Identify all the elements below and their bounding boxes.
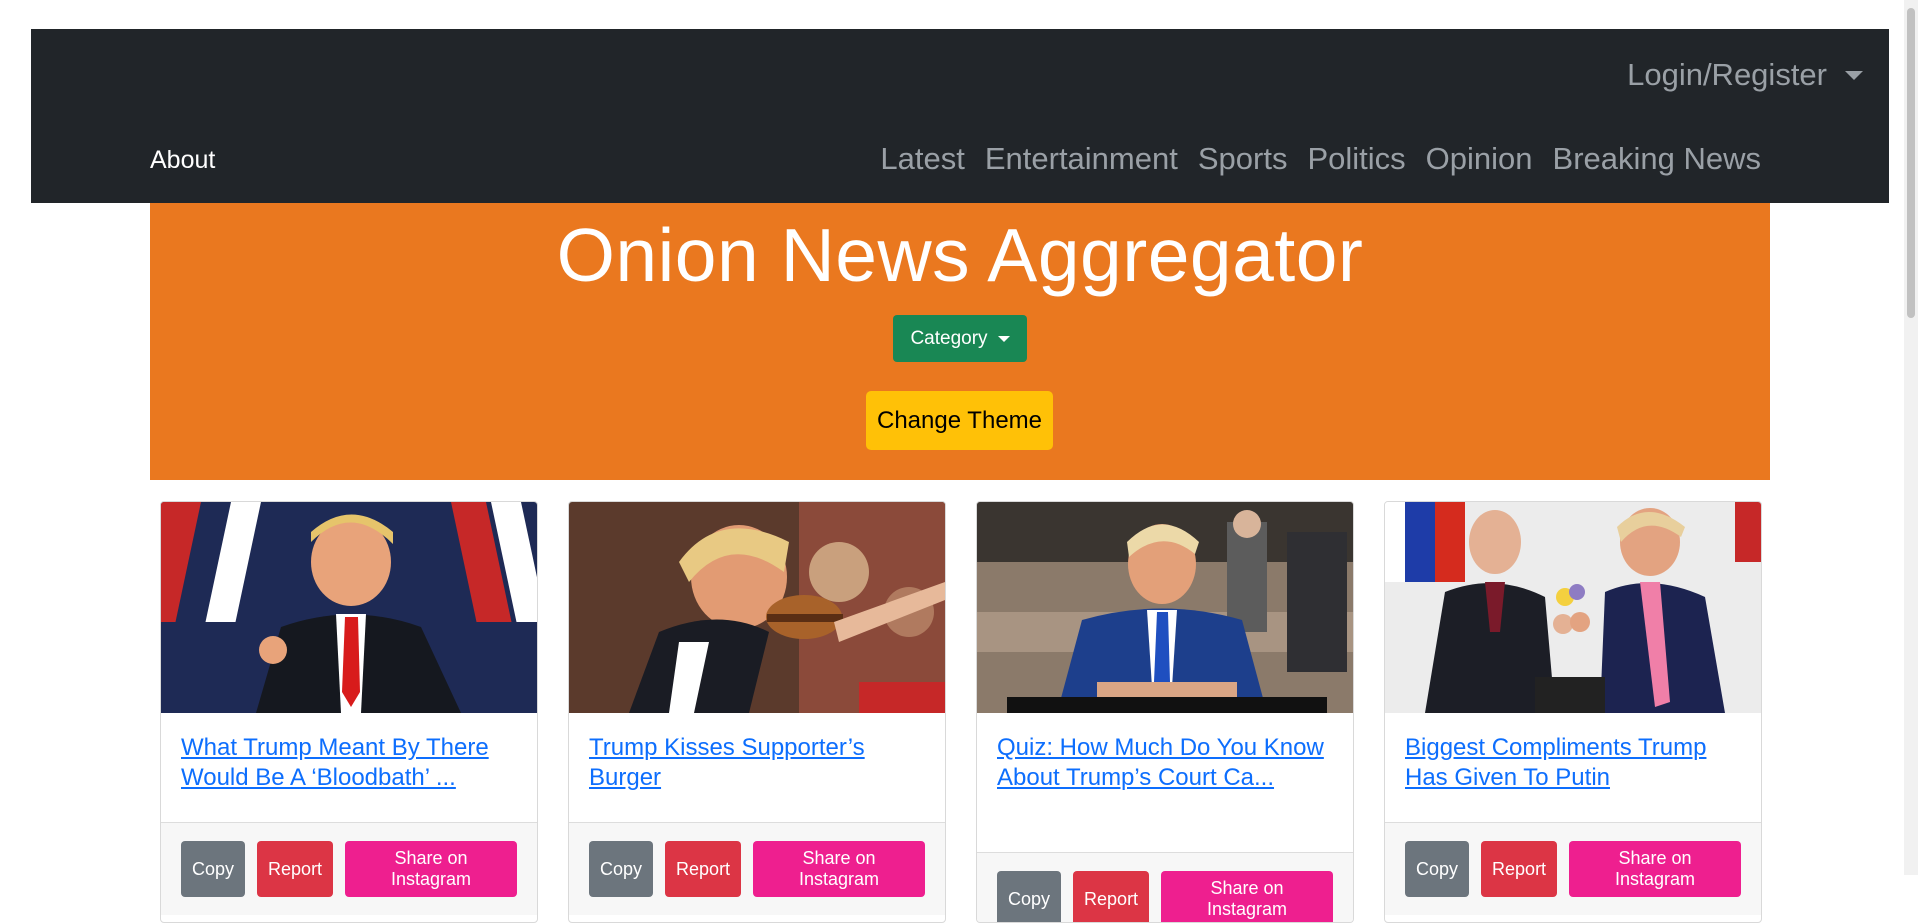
report-button[interactable]: Report xyxy=(257,841,334,897)
chevron-down-icon xyxy=(1845,70,1863,80)
category-label: Category xyxy=(910,327,988,349)
share-instagram-button[interactable]: Share on Instagram xyxy=(1161,871,1333,922)
article-image xyxy=(161,502,537,713)
card-actions: Copy Report Share on Instagram xyxy=(977,852,1353,922)
article-card: Biggest Compliments Trump Has Given To P… xyxy=(1384,501,1762,923)
nav-sports-link[interactable]: Sports xyxy=(1198,141,1288,177)
nav-links: Latest Entertainment Sports Politics Opi… xyxy=(880,141,1761,177)
article-image xyxy=(569,502,945,713)
copy-button[interactable]: Copy xyxy=(1405,841,1470,897)
article-image xyxy=(1385,502,1761,713)
nav-politics-link[interactable]: Politics xyxy=(1307,141,1405,177)
chevron-down-icon xyxy=(997,335,1010,342)
top-navbar: Login/Register About Latest Entertainmen… xyxy=(31,29,1889,203)
article-card: Quiz: How Much Do You Know About Trump’s… xyxy=(976,501,1354,923)
nav-entertainment-link[interactable]: Entertainment xyxy=(985,141,1178,177)
nav-opinion-link[interactable]: Opinion xyxy=(1426,141,1533,177)
article-image xyxy=(977,502,1353,713)
page-scrollbar[interactable] xyxy=(1904,0,1918,875)
report-button[interactable]: Report xyxy=(665,841,742,897)
copy-button[interactable]: Copy xyxy=(181,841,246,897)
article-link[interactable]: Trump Kisses Supporter’s Burger xyxy=(589,734,865,791)
copy-button[interactable]: Copy xyxy=(997,871,1062,922)
share-instagram-button[interactable]: Share on Instagram xyxy=(753,841,925,897)
article-card-grid: What Trump Meant By There Would Be A ‘Bl… xyxy=(160,501,1762,923)
nav-about-link[interactable]: About xyxy=(150,146,215,175)
change-theme-button[interactable]: Change Theme xyxy=(866,391,1053,450)
article-link[interactable]: Biggest Compliments Trump Has Given To P… xyxy=(1405,734,1706,791)
category-dropdown-button[interactable]: Category xyxy=(893,315,1027,362)
article-card: What Trump Meant By There Would Be A ‘Bl… xyxy=(160,501,538,923)
login-register-label: Login/Register xyxy=(1627,57,1827,92)
card-actions: Copy Report Share on Instagram xyxy=(161,822,537,915)
card-body: Biggest Compliments Trump Has Given To P… xyxy=(1385,713,1761,813)
share-instagram-button[interactable]: Share on Instagram xyxy=(1569,841,1741,897)
card-actions: Copy Report Share on Instagram xyxy=(1385,822,1761,915)
report-button[interactable]: Report xyxy=(1481,841,1558,897)
share-instagram-button[interactable]: Share on Instagram xyxy=(345,841,517,897)
hero-banner: Onion News Aggregator Category Change Th… xyxy=(150,203,1770,480)
article-link[interactable]: Quiz: How Much Do You Know About Trump’s… xyxy=(997,734,1324,791)
page-title: Onion News Aggregator xyxy=(556,213,1364,297)
login-register-dropdown[interactable]: Login/Register xyxy=(1627,57,1863,93)
report-button[interactable]: Report xyxy=(1073,871,1150,922)
article-link[interactable]: What Trump Meant By There Would Be A ‘Bl… xyxy=(181,734,489,791)
card-actions: Copy Report Share on Instagram xyxy=(569,822,945,915)
nav-breaking-news-link[interactable]: Breaking News xyxy=(1553,141,1761,177)
card-body: Quiz: How Much Do You Know About Trump’s… xyxy=(977,713,1353,813)
card-body: What Trump Meant By There Would Be A ‘Bl… xyxy=(161,713,537,813)
copy-button[interactable]: Copy xyxy=(589,841,654,897)
nav-latest-link[interactable]: Latest xyxy=(880,141,964,177)
scrollbar-thumb[interactable] xyxy=(1907,8,1915,318)
card-body: Trump Kisses Supporter’s Burger xyxy=(569,713,945,813)
article-card: Trump Kisses Supporter’s Burger Copy Rep… xyxy=(568,501,946,923)
